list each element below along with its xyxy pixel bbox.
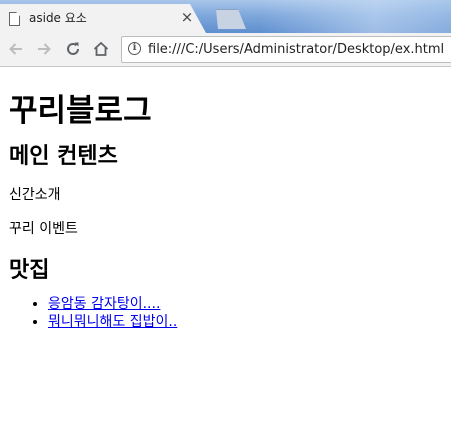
tab-title: aside 요소 [29, 11, 87, 25]
restaurants-heading: 맛집 [9, 258, 50, 283]
active-tab[interactable]: aside 요소 × [0, 4, 206, 33]
tab-strip: aside 요소 × [0, 0, 451, 33]
home-icon [93, 41, 109, 56]
paragraph-event: 꾸리 이벤트 [9, 221, 78, 237]
list-item: 뭐니뭐니해도 집밥이.. [48, 313, 449, 331]
titlebar-background [260, 0, 451, 33]
page-icon [9, 12, 20, 26]
toolbar: i file:///C:/Users/Administrator/Desktop… [0, 33, 451, 67]
back-arrow-icon [9, 43, 22, 55]
paragraph-new-books: 신간소개 [9, 187, 61, 203]
back-button[interactable] [5, 38, 27, 60]
page-content: 꾸리블로그 메인 컨텐츠 신간소개 꾸리 이벤트 맛집 응암동 감자탕이....… [9, 67, 449, 331]
restaurant-list: 응암동 감자탕이.... 뭐니뭐니해도 집밥이.. [9, 295, 449, 331]
forward-button[interactable] [33, 38, 55, 60]
reload-icon [67, 42, 79, 55]
forward-arrow-icon [38, 43, 51, 55]
close-tab-icon[interactable]: × [180, 8, 194, 26]
new-tab-button[interactable] [216, 9, 246, 29]
restaurant-link-2[interactable]: 뭐니뭐니해도 집밥이.. [48, 314, 177, 330]
info-icon[interactable]: i [128, 42, 141, 55]
browser-window: aside 요소 × i file:///C:/Users/Administra… [0, 0, 451, 438]
restaurant-link-1[interactable]: 응암동 감자탕이.... [48, 296, 160, 312]
reload-button[interactable] [62, 38, 84, 60]
address-bar[interactable]: i file:///C:/Users/Administrator/Desktop… [121, 36, 451, 63]
main-content-heading: 메인 컨텐츠 [9, 144, 118, 169]
home-button[interactable] [90, 38, 112, 60]
blog-title: 꾸리블로그 [9, 93, 152, 129]
url-text[interactable]: file:///C:/Users/Administrator/Desktop/e… [148, 41, 444, 58]
list-item: 응암동 감자탕이.... [48, 295, 449, 313]
